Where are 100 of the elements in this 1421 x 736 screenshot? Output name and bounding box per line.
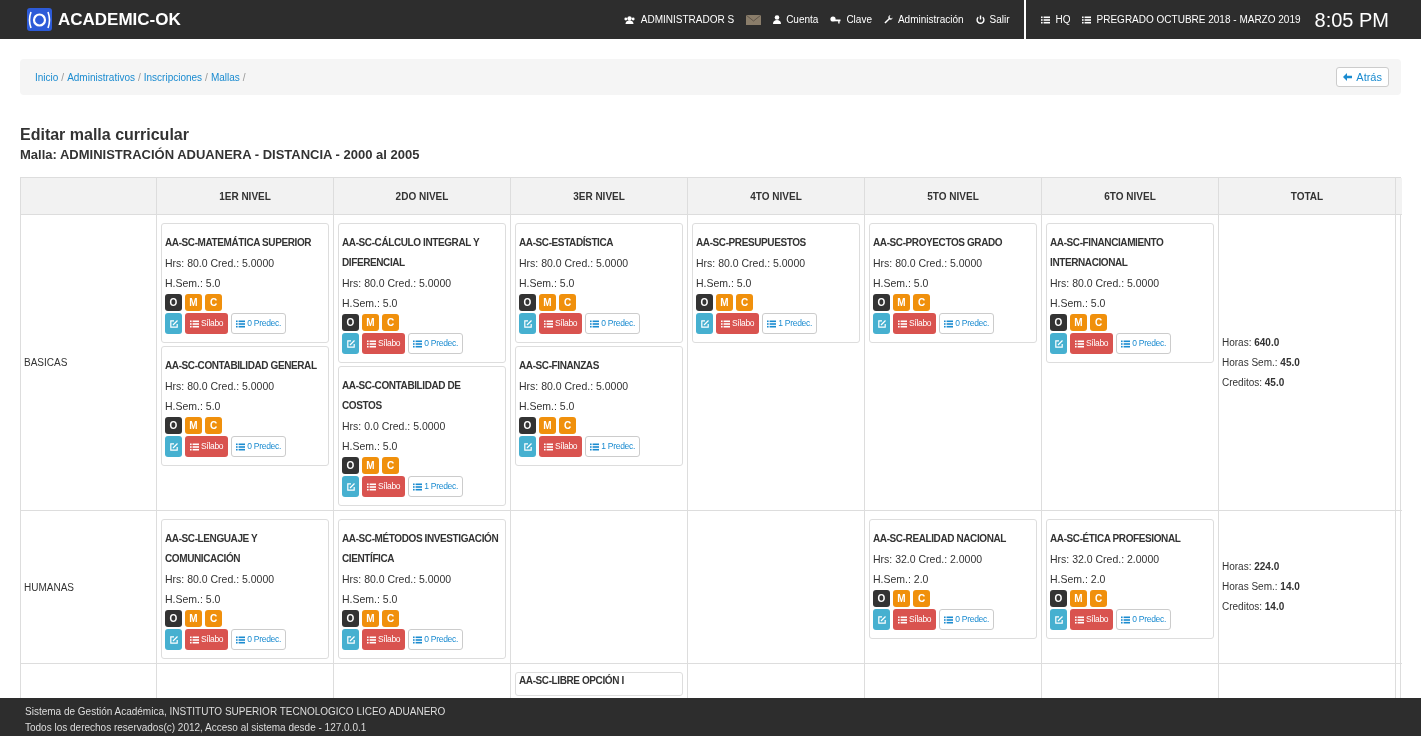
type-badge: M xyxy=(185,610,202,627)
edit-button[interactable] xyxy=(342,476,359,497)
course-code: AA-SC-PROYECTOS GRADO xyxy=(873,236,1004,250)
prerequisites-button[interactable]: 1 Predec. xyxy=(762,313,817,334)
campus-link[interactable]: HQ xyxy=(1040,12,1071,27)
malla-title: Malla: ADMINISTRACIÓN ADUANERA - DISTANCIA - 2000 al 2005 xyxy=(20,146,421,164)
syllabus-button[interactable]: Sílabo xyxy=(1070,333,1114,354)
list-icon xyxy=(190,442,199,451)
user-icon xyxy=(773,15,782,24)
edit-icon xyxy=(346,482,355,491)
edit-button[interactable] xyxy=(165,313,182,334)
list-icon xyxy=(236,319,246,328)
edit-button[interactable] xyxy=(1050,609,1067,630)
edit-icon xyxy=(169,635,178,644)
type-badge: M xyxy=(893,294,910,311)
course-weekly-hours: H.Sem.: 2.0 xyxy=(873,572,930,587)
edit-button[interactable] xyxy=(696,313,713,334)
breadcrumb-link[interactable]: Mallas xyxy=(210,69,240,85)
area-label: BASICAS xyxy=(24,356,68,370)
logo-icon xyxy=(27,8,52,31)
column-header: 3ER NIVEL xyxy=(511,178,688,215)
type-badge: C xyxy=(382,314,399,331)
nav-link[interactable]: Cuenta xyxy=(773,12,819,27)
edit-button[interactable] xyxy=(165,436,182,457)
syllabus-button[interactable]: Sílabo xyxy=(716,313,760,334)
syllabus-button[interactable]: Sílabo xyxy=(1070,609,1114,630)
column-header: 4TO NIVEL xyxy=(688,178,865,215)
syllabus-button[interactable]: Sílabo xyxy=(362,333,406,354)
course-code: AA-SC-FINANCIAMIENTO INTERNACIONAL xyxy=(1050,236,1165,270)
course-hours: Hrs: 80.0 Cred.: 5.0000 xyxy=(1050,276,1161,291)
syllabus-button[interactable]: Sílabo xyxy=(362,476,406,497)
course-code: AA-SC-CONTABILIDAD GENERAL xyxy=(165,359,318,373)
course-weekly-hours: H.Sem.: 5.0 xyxy=(165,276,222,291)
course-code: AA-SC-CONTABILIDAD DE COSTOS xyxy=(342,379,462,413)
syllabus-button[interactable]: Sílabo xyxy=(893,313,937,334)
prerequisites-button[interactable]: 1 Predec. xyxy=(585,436,640,457)
prerequisites-button[interactable]: 0 Predec. xyxy=(231,629,286,650)
type-badge: O xyxy=(873,294,890,311)
prerequisites-button[interactable]: 0 Predec. xyxy=(939,313,994,334)
type-badge: O xyxy=(873,590,890,607)
prerequisites-button[interactable]: 0 Predec. xyxy=(231,436,286,457)
type-badge: O xyxy=(519,417,536,434)
list-icon xyxy=(1040,15,1050,24)
course-weekly-hours: H.Sem.: 5.0 xyxy=(165,399,222,414)
list-icon xyxy=(367,482,376,491)
nav-link[interactable]: Clave xyxy=(830,12,872,27)
edit-icon xyxy=(523,442,532,451)
syllabus-button[interactable]: Sílabo xyxy=(185,313,229,334)
course-weekly-hours: H.Sem.: 5.0 xyxy=(519,276,576,291)
prerequisites-button[interactable]: 0 Predec. xyxy=(1116,609,1171,630)
prerequisites-button[interactable]: 0 Predec. xyxy=(585,313,640,334)
list-icon xyxy=(367,635,376,644)
course-code: AA-SC-REALIDAD NACIONAL xyxy=(873,532,1007,546)
list-icon xyxy=(721,319,730,328)
syllabus-button[interactable]: Sílabo xyxy=(185,436,229,457)
prerequisites-button[interactable]: 0 Predec. xyxy=(408,333,463,354)
course-weekly-hours: H.Sem.: 5.0 xyxy=(1050,296,1107,311)
prerequisites-button[interactable]: 0 Predec. xyxy=(1116,333,1171,354)
course-weekly-hours: H.Sem.: 5.0 xyxy=(342,296,399,311)
prerequisites-button[interactable]: 1 Predec. xyxy=(408,476,463,497)
breadcrumb-link[interactable]: Administrativos xyxy=(67,69,135,85)
type-badge: O xyxy=(1050,590,1067,607)
column-header: 2DO NIVEL xyxy=(334,178,511,215)
key-icon xyxy=(830,15,842,24)
syllabus-button[interactable]: Sílabo xyxy=(362,629,406,650)
list-icon xyxy=(236,442,246,451)
users-icon xyxy=(623,15,635,24)
breadcrumb-link[interactable]: Inscripciones xyxy=(143,69,203,85)
user-menu[interactable]: ADMINISTRADOR S xyxy=(623,12,735,27)
type-badge: C xyxy=(205,417,222,434)
edit-button[interactable] xyxy=(165,629,182,650)
back-button[interactable]: Atrás xyxy=(1336,67,1389,87)
prerequisites-button[interactable]: 0 Predec. xyxy=(231,313,286,334)
syllabus-button[interactable]: Sílabo xyxy=(893,609,937,630)
breadcrumb-separator: / xyxy=(60,70,66,85)
list-icon xyxy=(544,442,553,451)
edit-button[interactable] xyxy=(519,313,536,334)
prerequisites-button[interactable]: 0 Predec. xyxy=(408,629,463,650)
nav-link[interactable]: Administración xyxy=(883,12,964,27)
edit-button[interactable] xyxy=(873,609,890,630)
syllabus-button[interactable]: Sílabo xyxy=(539,436,583,457)
course-code: AA-SC-FINANZAS xyxy=(519,359,600,373)
edit-button[interactable] xyxy=(1050,333,1067,354)
edit-button[interactable] xyxy=(873,313,890,334)
syllabus-button[interactable]: Sílabo xyxy=(185,629,229,650)
type-badge: O xyxy=(696,294,713,311)
syllabus-button[interactable]: Sílabo xyxy=(539,313,583,334)
type-badge: M xyxy=(716,294,733,311)
breadcrumb-link[interactable]: Inicio xyxy=(35,69,59,85)
edit-button[interactable] xyxy=(519,436,536,457)
nav-link[interactable]: Salir xyxy=(975,12,1010,27)
edit-button[interactable] xyxy=(342,333,359,354)
edit-button[interactable] xyxy=(342,629,359,650)
type-badge: C xyxy=(1090,314,1107,331)
course-hours: Hrs: 80.0 Cred.: 5.0000 xyxy=(165,379,276,394)
total-line: Creditos: 14.0 xyxy=(1222,600,1286,614)
prerequisites-button[interactable]: 0 Predec. xyxy=(939,609,994,630)
total-line: Horas: 640.0 xyxy=(1222,335,1281,350)
period-link[interactable]: PREGRADO OCTUBRE 2018 - MARZO 2019 xyxy=(1081,12,1301,27)
type-badge: M xyxy=(1070,314,1087,331)
